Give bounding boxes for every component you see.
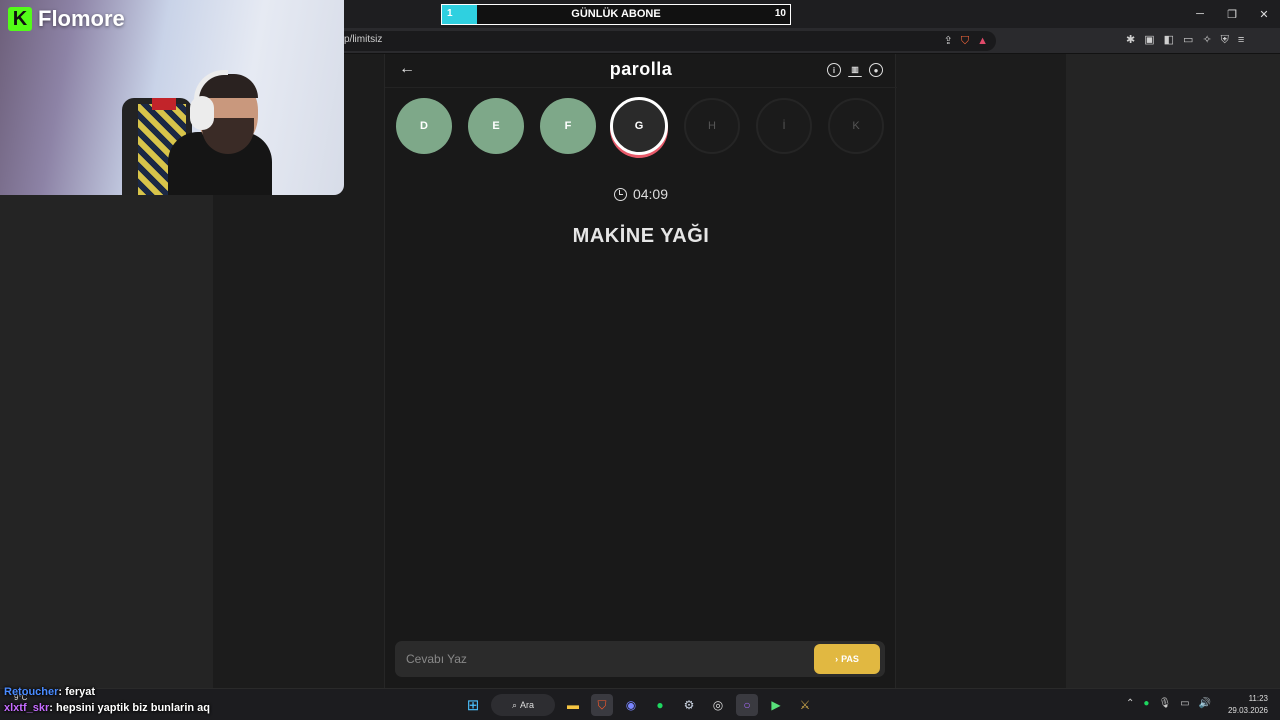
- menu-icon[interactable]: ≡: [1238, 32, 1244, 48]
- header-actions: i ▥ ●: [827, 63, 883, 77]
- profile-icon[interactable]: ●: [869, 63, 883, 77]
- letter-label: G: [634, 120, 644, 132]
- chat-message: Retoucher: feryat: [4, 684, 264, 700]
- headphone-icon: [190, 96, 214, 130]
- info-icon[interactable]: i: [827, 63, 841, 77]
- system-tray: ⌃ ● 🎙 ▭ 🔊: [1126, 698, 1211, 709]
- letter-circle: G: [610, 97, 668, 155]
- subscriber-goal-target: 10: [774, 8, 786, 19]
- spotify-icon[interactable]: ●: [649, 694, 671, 716]
- chat-text: : feryat: [58, 686, 96, 698]
- chrome-icon[interactable]: ◎: [707, 694, 729, 716]
- letter-label: H: [708, 120, 716, 132]
- streamer-brand: K Flomore: [8, 6, 125, 32]
- timer-value: 04:09: [632, 186, 669, 202]
- kick-logo-icon: K: [8, 7, 32, 31]
- url-text: p/limitsiz: [344, 34, 383, 45]
- league-icon[interactable]: ⚔: [794, 694, 816, 716]
- letter-circle: K: [828, 98, 884, 154]
- extensions-icon[interactable]: ✱: [1126, 32, 1135, 48]
- answer-bar: › PAS: [395, 641, 885, 677]
- taskbar-search[interactable]: ⌕ Ara: [491, 694, 555, 716]
- subscriber-goal-title: GÜNLÜK ABONE: [571, 8, 661, 20]
- tray-app-icon[interactable]: ●: [1143, 698, 1149, 709]
- letter-label: İ: [782, 120, 786, 132]
- subscriber-goal-bar: 1 GÜNLÜK ABONE 10: [441, 4, 791, 25]
- file-explorer-icon[interactable]: ▬: [562, 694, 584, 716]
- chat-username: Retoucher: [4, 686, 59, 698]
- chat-message: xlxtf_skr: hepsini yaptik biz bunlarin a…: [4, 700, 264, 716]
- extension-icons: ✱ ▣ ◧ ▭ ✧ ⛨ ≡: [1126, 32, 1244, 48]
- windows-start-icon[interactable]: ⊞: [462, 694, 484, 716]
- game-container: ← parolla i ▥ ● D E F G H İ K 04:09 MAKİ…: [384, 54, 897, 688]
- stats-icon[interactable]: ▥: [848, 63, 862, 77]
- question-text: MAKİNE YAĞI: [572, 225, 710, 247]
- url-actions: ⇪ ⛉ ▲: [944, 33, 988, 49]
- window-controls: ─ ❐ ✕: [1184, 0, 1280, 28]
- letter-circle: İ: [756, 98, 812, 154]
- clock-date: 29.03.2026: [1227, 706, 1268, 715]
- wallet-icon[interactable]: ▭: [1183, 32, 1193, 48]
- letter-label: E: [492, 120, 500, 132]
- sidebar-icon[interactable]: ◧: [1164, 32, 1174, 48]
- url-field[interactable]: p/limitsiz ⇪ ⛉ ▲: [336, 31, 996, 51]
- brave-rewards-icon[interactable]: ▲: [977, 33, 988, 49]
- taskbar-apps: ⊞ ⌕ Ara ▬ ⛉ ◉ ● ⚙ ◎ ○ ▶ ⚔: [462, 694, 816, 716]
- search-icon: ⌕: [511, 699, 518, 710]
- game-header: ← parolla i ▥ ●: [385, 54, 897, 88]
- clock-icon: [613, 187, 627, 201]
- webcam-chair-accent: [152, 98, 176, 110]
- timer: 04:09: [385, 186, 897, 202]
- network-icon[interactable]: ▭: [1180, 698, 1189, 709]
- share-icon[interactable]: ⇪: [944, 33, 953, 49]
- search-label: Ara: [520, 700, 535, 710]
- chevron-right-icon: ›: [835, 654, 839, 664]
- answer-input[interactable]: [395, 641, 805, 677]
- obs-icon[interactable]: ○: [736, 694, 758, 716]
- steam-icon[interactable]: ⚙: [678, 694, 700, 716]
- tab-icon[interactable]: ▣: [1144, 32, 1154, 48]
- clock-time: 11:23: [1248, 694, 1268, 703]
- volume-icon[interactable]: 🔊: [1199, 698, 1211, 709]
- chat-overlay: Retoucher: feryat xlxtf_skr: hepsini yap…: [4, 684, 264, 716]
- minimize-icon[interactable]: ─: [1184, 0, 1216, 28]
- letter-circle: H: [684, 98, 740, 154]
- pass-label: PAS: [841, 654, 859, 664]
- media-player-icon[interactable]: ▶: [765, 694, 787, 716]
- taskbar-clock[interactable]: 11:23 29.03.2026: [1228, 693, 1268, 717]
- letter-carousel: D E F G H İ K: [396, 97, 886, 156]
- game-title: parolla: [609, 59, 673, 79]
- brave-shield-icon[interactable]: ⛉: [961, 33, 969, 49]
- close-icon[interactable]: ✕: [1248, 0, 1280, 28]
- letter-circle: D: [396, 98, 452, 154]
- right-panel: [1066, 54, 1280, 688]
- chevron-up-icon[interactable]: ⌃: [1126, 698, 1134, 709]
- brave-browser-icon[interactable]: ⛉: [591, 694, 613, 716]
- microphone-icon[interactable]: 🎙: [1158, 698, 1171, 709]
- streamer-name: Flomore: [38, 6, 125, 31]
- vpn-icon[interactable]: ⛨: [1221, 32, 1229, 48]
- discord-icon[interactable]: ◉: [620, 694, 642, 716]
- chat-username: xlxtf_skr: [4, 702, 50, 714]
- letter-label: D: [420, 120, 428, 132]
- letter-circle: E: [468, 98, 524, 154]
- restore-icon[interactable]: ❐: [1216, 0, 1248, 28]
- letter-circle: F: [540, 98, 596, 154]
- webcam-overlay: K Flomore: [0, 0, 344, 195]
- pass-button[interactable]: › PAS: [814, 644, 880, 674]
- letter-label: F: [564, 120, 572, 132]
- leo-icon[interactable]: ✧: [1202, 32, 1211, 48]
- letter-label: K: [852, 120, 860, 132]
- chat-text: : hepsini yaptik biz bunlarin aq: [49, 702, 211, 714]
